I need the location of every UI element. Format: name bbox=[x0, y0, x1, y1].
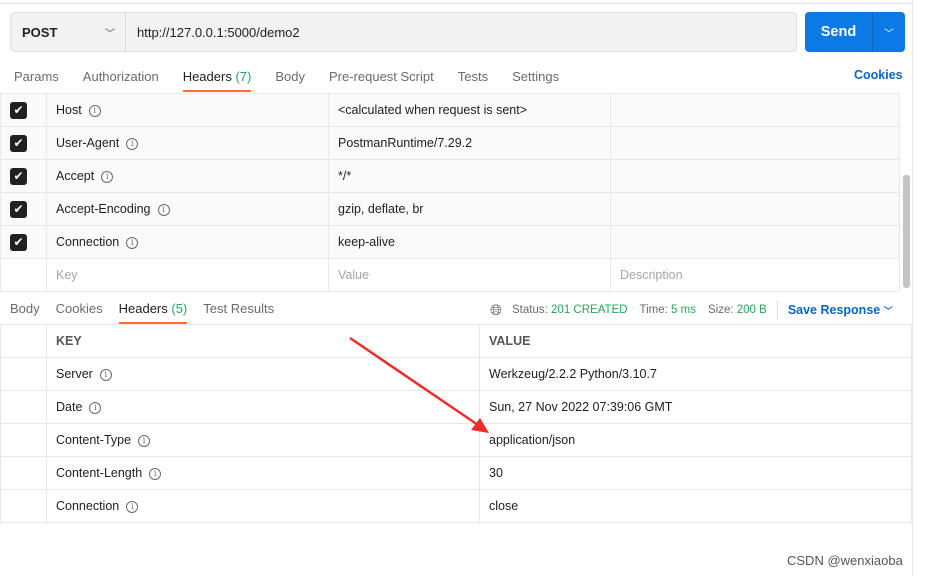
arrow-head bbox=[471, 418, 489, 433]
annotation-arrow bbox=[349, 336, 489, 433]
arrow-line bbox=[349, 336, 479, 427]
watermark: CSDN @wenxiaoba bbox=[787, 553, 903, 568]
